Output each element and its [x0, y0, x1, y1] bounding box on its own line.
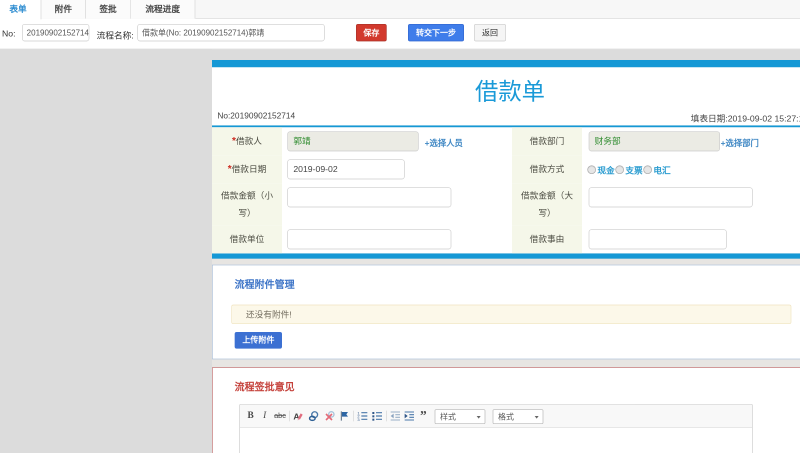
svg-text:3: 3 [357, 417, 360, 421]
